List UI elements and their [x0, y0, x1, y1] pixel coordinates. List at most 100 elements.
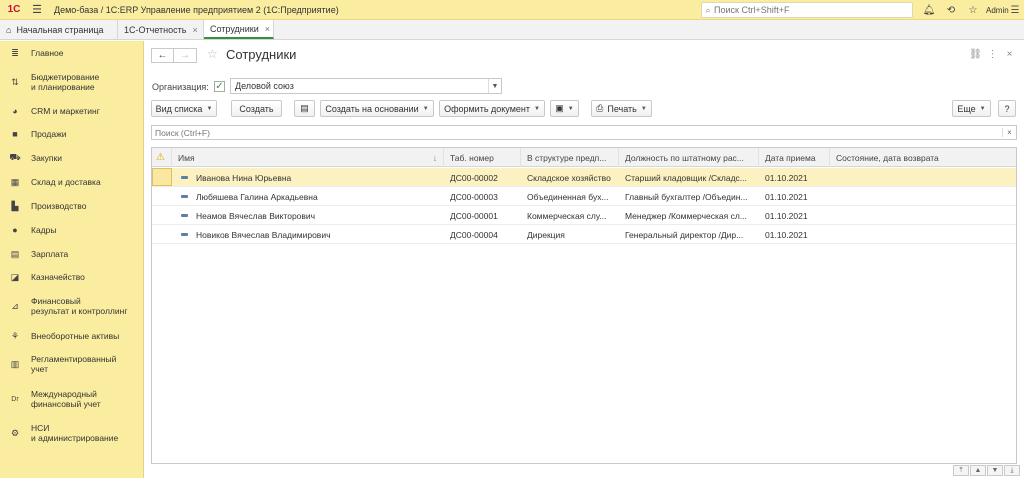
scroll-up-icon[interactable]: ▲ — [970, 465, 986, 476]
organization-field[interactable]: Деловой союз ▼ — [230, 78, 502, 94]
employee-icon — [181, 214, 188, 217]
print-button[interactable]: ⎙ Печать ▼ — [591, 100, 652, 117]
sort-arrow-icon: ↓ — [432, 152, 437, 163]
favorites-icon[interactable]: ☆ — [962, 5, 984, 16]
sales-icon: ■ — [12, 129, 18, 139]
sections-panel: ≣ Главное ⇅ Бюджетирование и планировани… — [0, 41, 144, 478]
sidebar-item-warehouse[interactable]: ▦ Склад и доставка — [0, 176, 144, 188]
sidebar-item-regulated-accounting[interactable]: ▥ Регламентированный учет — [0, 353, 144, 375]
organization-filter-checkbox[interactable]: ✓ — [214, 81, 225, 92]
printer-icon: ⎙ — [596, 103, 604, 113]
1c-logo[interactable]: 1С — [0, 0, 28, 20]
list-settings-icon[interactable]: ▤ — [294, 100, 315, 117]
scroll-top-icon[interactable]: ⤒ — [953, 465, 969, 476]
tab-home[interactable]: ⌂ Начальная страница — [0, 20, 118, 39]
sidebar-item-budgeting[interactable]: ⇅ Бюджетирование и планирование — [0, 71, 144, 93]
table-row[interactable]: Иванова Нина Юрьевна ДС00-00002 Складско… — [152, 168, 1016, 187]
organization-value[interactable]: Деловой союз — [231, 81, 488, 91]
page-title: Сотрудники — [226, 47, 297, 62]
close-icon[interactable]: × — [265, 24, 270, 34]
sidebar-item-crm[interactable]: ◕ CRM и маркетинг — [0, 105, 144, 117]
table-row[interactable]: Новиков Вячеслав Владимирович ДС00-00004… — [152, 225, 1016, 244]
sidebar-item-purchases[interactable]: ⛟ Закупки — [0, 152, 144, 164]
employees-table: ⚠ Имя ↓ Таб. номер В структуре предп... … — [151, 147, 1017, 464]
create-button[interactable]: Создать — [231, 100, 282, 117]
table-row[interactable]: Неамов Вячеслав Викторович ДС00-00001 Ко… — [152, 206, 1016, 225]
scroll-bottom-icon[interactable]: ⤓ — [1004, 465, 1020, 476]
sidebar-item-hr[interactable]: ● Кадры — [0, 224, 144, 236]
view-list-button[interactable]: Вид списка ▼ — [151, 100, 217, 117]
sidebar-item-main[interactable]: ≣ Главное — [0, 47, 144, 59]
sidebar-item-payroll[interactable]: ▤ Зарплата — [0, 248, 144, 260]
help-button[interactable]: ? — [998, 100, 1016, 117]
close-icon[interactable]: × — [192, 25, 197, 35]
back-button[interactable]: ← — [151, 48, 174, 63]
notifications-icon[interactable]: 🔔︎ — [918, 5, 940, 16]
more-vert-icon[interactable]: ⋮ — [984, 49, 1001, 60]
close-icon[interactable]: × — [1001, 49, 1018, 60]
tab-label: Сотрудники — [210, 23, 259, 34]
history-icon[interactable]: ⟲ — [940, 5, 962, 16]
tab-employees[interactable]: Сотрудники × — [204, 20, 274, 39]
list-search-input[interactable] — [152, 127, 1002, 138]
tab-label: 1С-Отчетность — [124, 24, 187, 35]
form-area: ← → ☆ Сотрудники ⛓ ⋮ × Организация: ✓ Де… — [145, 41, 1024, 478]
sidebar-item-sales[interactable]: ■ Продажи — [0, 128, 144, 140]
global-search[interactable]: ⌕ — [701, 2, 913, 18]
treasury-icon: ◪ — [10, 271, 20, 282]
employee-icon — [181, 195, 188, 198]
dr-cr-icon: Dr — [11, 395, 19, 403]
column-header-name[interactable]: Имя ↓ — [172, 148, 444, 167]
scroll-down-icon[interactable]: ▼ — [987, 465, 1003, 476]
factory-icon: ▙ — [11, 200, 19, 211]
sidebar-item-finance[interactable]: ⊿ Финансовый результат и контроллинг — [0, 295, 144, 317]
tab-label: Начальная страница — [16, 24, 104, 35]
attachments-icon[interactable]: ▣ ▼ — [550, 100, 579, 117]
employee-icon — [181, 233, 188, 236]
tab-1c-reporting[interactable]: 1С-Отчетность × — [118, 20, 204, 39]
column-header-state[interactable]: Состояние, дата возврата — [830, 148, 1016, 167]
link-icon[interactable]: ⛓ — [967, 49, 984, 60]
accounting-icon: ▥ — [10, 358, 20, 369]
make-document-button[interactable]: Оформить документ ▼ — [439, 100, 545, 117]
sidebar-item-production[interactable]: ▙ Производство — [0, 200, 144, 212]
assets-icon: ⚘ — [10, 330, 20, 341]
cart-icon: ⛟ — [9, 152, 21, 162]
clear-search-icon[interactable]: × — [1002, 128, 1016, 137]
column-header-position[interactable]: Должность по штатному рас... — [619, 148, 759, 167]
sidebar-item-fixed-assets[interactable]: ⚘ Внеоборотные активы — [0, 330, 144, 342]
global-search-input[interactable] — [714, 5, 904, 15]
warning-icon: ⚠ — [152, 148, 172, 167]
chevron-down-icon[interactable]: ▼ — [488, 79, 501, 93]
budget-icon: ⇅ — [11, 76, 19, 87]
table-row[interactable]: Любяшева Галина Аркадьевна ДС00-00003 Об… — [152, 187, 1016, 206]
column-header-structure[interactable]: В структуре предп... — [521, 148, 619, 167]
column-header-hire-date[interactable]: Дата приема — [759, 148, 830, 167]
table-header: ⚠ Имя ↓ Таб. номер В структуре предп... … — [152, 148, 1016, 167]
home-icon: ⌂ — [6, 24, 12, 35]
employee-icon — [181, 176, 188, 179]
sidebar-item-treasury[interactable]: ◪ Казначейство — [0, 271, 144, 283]
main-menu-icon[interactable]: ☰ — [28, 0, 46, 20]
list-search[interactable]: × — [151, 125, 1017, 140]
sidebar-item-admin[interactable]: ⚙ НСИ и администрирование — [0, 422, 144, 444]
crm-icon: ◕ — [12, 106, 18, 116]
warehouse-icon: ▦ — [10, 176, 20, 187]
open-windows-bar: ⌂ Начальная страница 1С-Отчетность × Сот… — [0, 20, 1024, 40]
payroll-icon: ▤ — [10, 248, 20, 259]
finance-icon: ⊿ — [11, 300, 19, 311]
create-based-on-button[interactable]: Создать на основании ▼ — [320, 100, 434, 117]
title-bar: 1С ☰ Демо-база / 1С:ERP Управление предп… — [0, 0, 1024, 20]
sidebar-item-ifrs[interactable]: Dr Международный финансовый учет — [0, 388, 144, 410]
column-header-tab-number[interactable]: Таб. номер — [444, 148, 521, 167]
search-icon: ⌕ — [705, 4, 711, 15]
favorite-star-icon[interactable]: ☆ — [207, 47, 218, 61]
person-icon: ● — [12, 225, 18, 235]
forward-button[interactable]: → — [174, 48, 197, 63]
organization-label: Организация: — [152, 82, 209, 92]
more-button[interactable]: Еще ▼ — [952, 100, 991, 117]
app-title: Демо-база / 1С:ERP Управление предприяти… — [54, 4, 339, 15]
system-menu-icon[interactable]: ☰ — [1008, 0, 1022, 20]
gear-icon: ⚙ — [10, 427, 20, 438]
user-name[interactable]: Admin — [986, 6, 1009, 15]
